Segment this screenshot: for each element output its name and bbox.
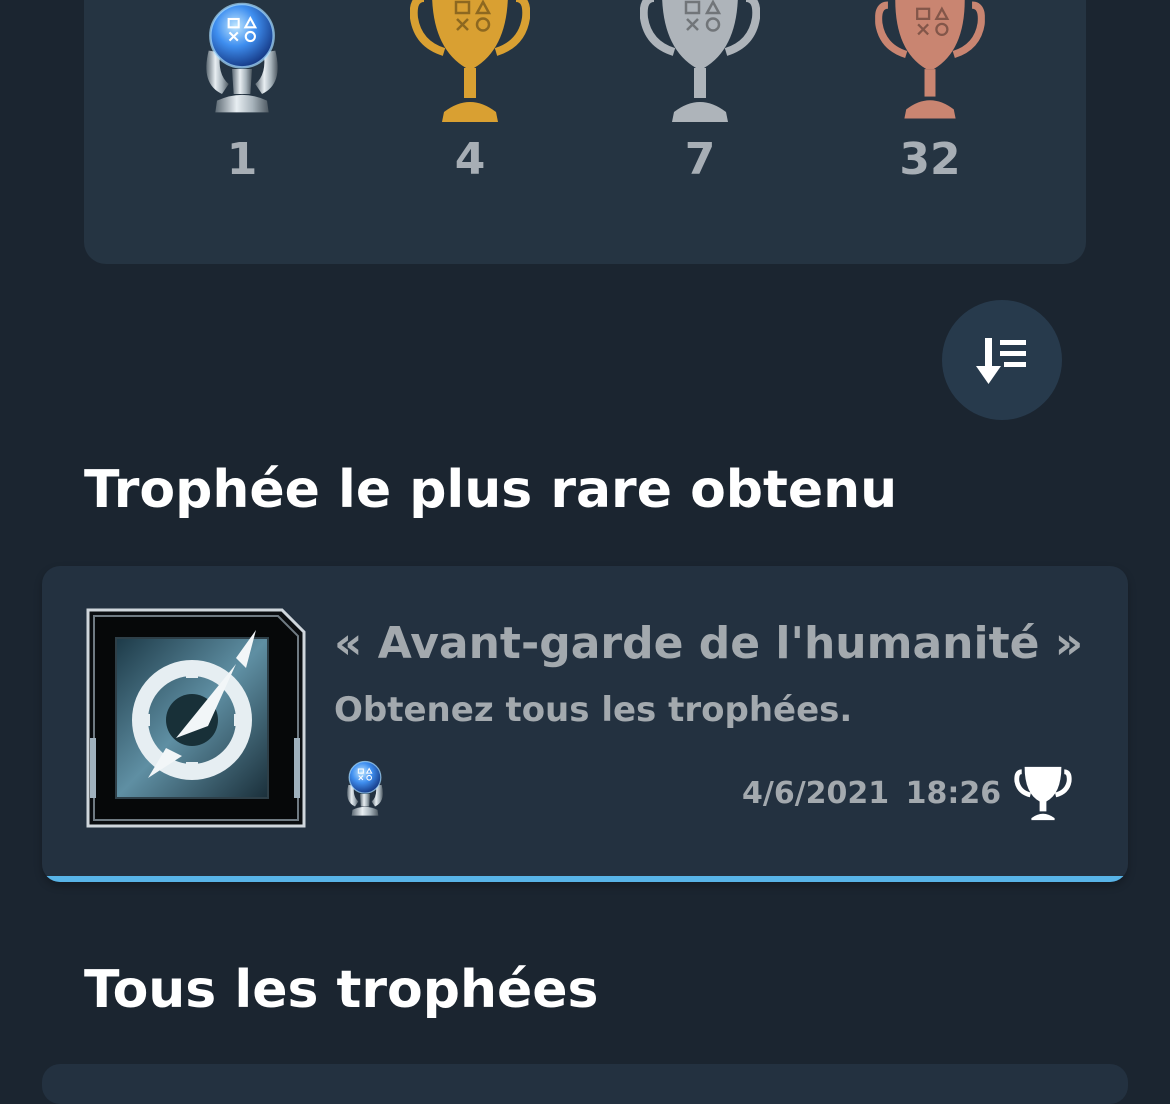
- trophy-icon: [1014, 766, 1072, 821]
- bronze-trophy-icon: [875, 0, 985, 124]
- rarest-trophy-card[interactable]: « Avant-garde de l'humanité » Obtenez to…: [42, 566, 1128, 882]
- gold-trophy-count-item: 4: [390, 0, 550, 230]
- trophy-artwork-image: [86, 608, 306, 828]
- trophy-progress-fill: [42, 876, 1128, 882]
- sort-button[interactable]: [942, 300, 1062, 420]
- trophy-description: Obtenez tous les trophées.: [334, 690, 853, 730]
- silver-count: 7: [684, 134, 716, 185]
- gold-count: 4: [454, 134, 486, 185]
- rarest-trophy-heading: Trophée le plus rare obtenu: [84, 460, 898, 520]
- sort-descending-icon: [976, 338, 1026, 384]
- earned-date: 4/6/2021: [742, 776, 890, 811]
- earned-time: 18:26: [905, 776, 1002, 811]
- silver-trophy-icon: [640, 0, 760, 128]
- silver-trophy-count-item: 7: [620, 0, 780, 230]
- trophy-progress-track: [42, 876, 1128, 882]
- bronze-trophy-count-item: 32: [850, 0, 1010, 230]
- trophy-summary-card: 1 4 7 32: [84, 0, 1086, 264]
- earned-datetime: 4/6/2021 18:26: [742, 776, 1001, 811]
- platinum-grade-icon: [340, 756, 390, 822]
- trophy-list-item[interactable]: [42, 1064, 1128, 1104]
- platinum-trophy-count-item: 1: [162, 0, 322, 230]
- bronze-count: 32: [899, 134, 961, 185]
- platinum-count: 1: [226, 134, 258, 185]
- all-trophies-heading: Tous les trophées: [84, 960, 599, 1020]
- gold-trophy-icon: [410, 0, 530, 128]
- trophy-title: « Avant-garde de l'humanité »: [334, 618, 1084, 669]
- platinum-trophy-icon: [192, 0, 292, 118]
